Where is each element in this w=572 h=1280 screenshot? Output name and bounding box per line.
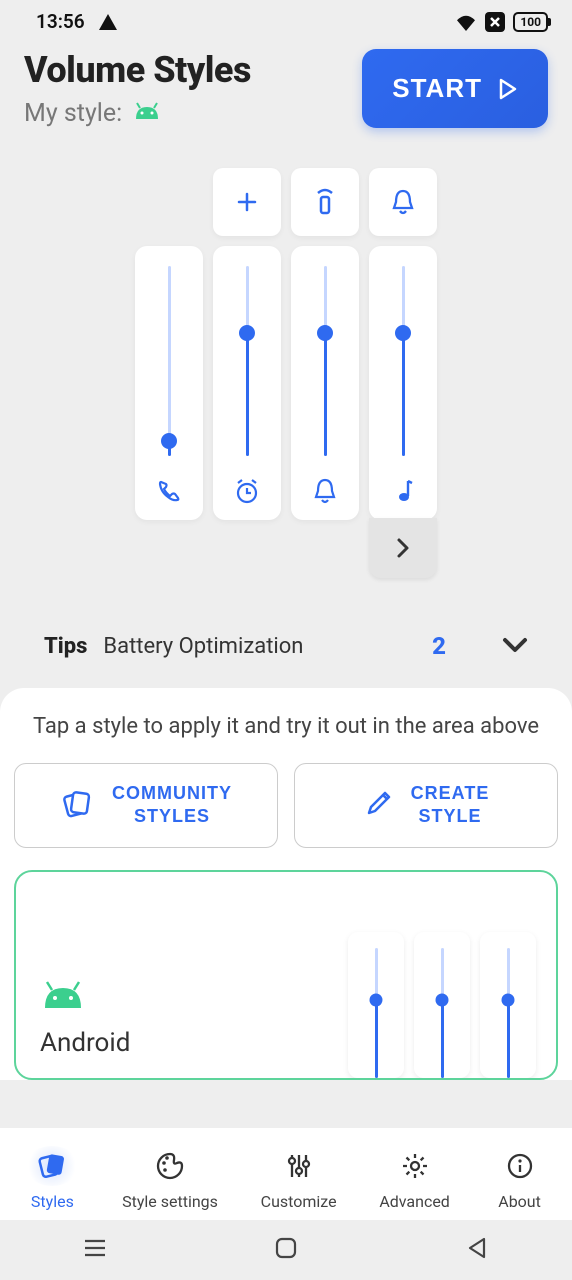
nav-customize[interactable]: Customize — [261, 1146, 337, 1211]
volume-slider-phone[interactable] — [135, 246, 203, 520]
page-subtitle: My style: — [24, 99, 251, 128]
tips-count: 2 — [432, 632, 446, 660]
back-button[interactable] — [464, 1235, 490, 1265]
volume-slider-notify[interactable] — [291, 246, 359, 520]
x-icon — [485, 12, 505, 32]
home-button[interactable] — [273, 1235, 299, 1265]
nav-styles[interactable]: Styles — [25, 1146, 79, 1211]
expand-button[interactable] — [369, 518, 437, 578]
battery-icon: 100 — [513, 12, 548, 32]
android-icon — [40, 995, 86, 1014]
style-name: Android — [40, 1028, 348, 1058]
recents-button[interactable] — [82, 1235, 108, 1265]
chevron-down-icon — [502, 634, 528, 659]
add-button[interactable] — [213, 168, 281, 236]
alarm-icon — [233, 478, 261, 504]
remote-button[interactable] — [291, 168, 359, 236]
style-card-android[interactable]: Android — [14, 870, 558, 1080]
mini-slider — [480, 932, 536, 1078]
tips-label: Tips — [44, 634, 87, 659]
start-button[interactable]: START — [362, 49, 548, 128]
status-bar: 13:56 100 — [0, 0, 572, 39]
phone-icon — [156, 478, 182, 504]
nav-style-settings[interactable]: Style settings — [122, 1146, 218, 1211]
mini-slider — [414, 932, 470, 1078]
play-icon — [498, 78, 518, 100]
clock: 13:56 — [36, 10, 85, 33]
volume-slider-music[interactable] — [369, 246, 437, 520]
info-icon — [506, 1152, 534, 1180]
pencil-icon — [363, 789, 393, 822]
warning-icon — [99, 14, 117, 30]
bottom-nav: Styles Style settings Customize Advanced… — [0, 1128, 572, 1220]
sliders-icon — [285, 1151, 313, 1181]
tips-row[interactable]: Tips Battery Optimization 2 — [0, 632, 572, 660]
create-style-button[interactable]: CREATE STYLE — [294, 763, 558, 848]
nav-advanced[interactable]: Advanced — [379, 1146, 450, 1211]
header: Volume Styles My style: START — [0, 39, 572, 128]
android-icon — [132, 99, 162, 128]
styles-icon — [36, 1151, 68, 1181]
wifi-icon — [455, 13, 477, 31]
gear-icon — [400, 1151, 430, 1181]
volume-slider-alarm[interactable] — [213, 246, 281, 520]
page-title: Volume Styles — [24, 49, 251, 91]
cards-icon — [60, 787, 94, 824]
tips-text: Battery Optimization — [103, 634, 416, 659]
volume-preview — [0, 168, 572, 578]
music-icon — [391, 478, 415, 504]
bell-button[interactable] — [369, 168, 437, 236]
palette-icon — [155, 1151, 185, 1181]
community-styles-button[interactable]: COMMUNITY STYLES — [14, 763, 278, 848]
nav-about[interactable]: About — [493, 1146, 547, 1211]
system-nav — [0, 1220, 572, 1280]
styles-panel: Tap a style to apply it and try it out i… — [0, 688, 572, 1080]
instruction-text: Tap a style to apply it and try it out i… — [14, 714, 558, 739]
notify-icon — [312, 478, 338, 504]
mini-slider — [348, 932, 404, 1078]
